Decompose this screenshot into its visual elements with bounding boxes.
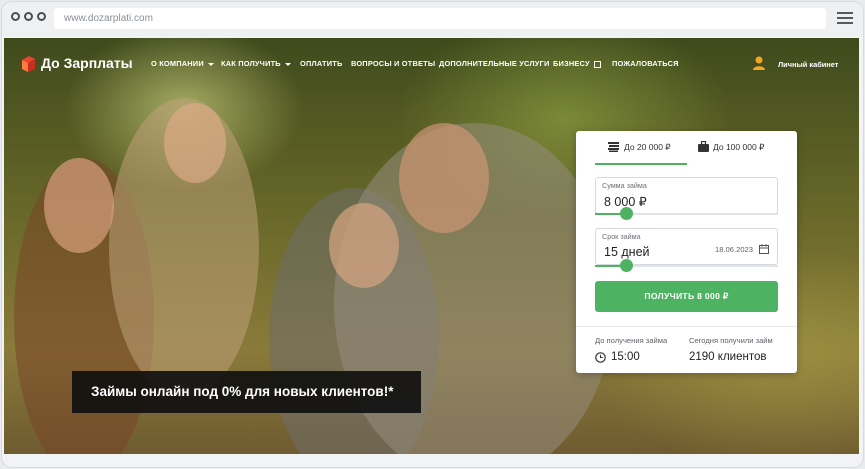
nav-label: БИЗНЕСУ (553, 59, 590, 68)
brand-name: До Зарплаты (41, 55, 133, 71)
nav-item-faq[interactable]: ВОПРОСЫ И ОТВЕТЫ (351, 59, 435, 68)
amount-label: Сумма займа (602, 181, 647, 190)
briefcase-icon (698, 141, 709, 152)
hero-section: До Зарплаты О КОМПАНИИ КАК ПОЛУЧИТЬ ОПЛА… (4, 38, 859, 454)
browser-toolbar: www.dozarplati.com (2, 2, 863, 36)
amount-slider-handle[interactable] (620, 207, 634, 220)
window-dot-icon[interactable] (24, 12, 33, 21)
term-value: 15 дней (604, 245, 650, 259)
nav-item-business[interactable]: БИЗНЕСУ (553, 59, 601, 68)
nav-item-complain[interactable]: ПОЖАЛОВАТЬСЯ (612, 59, 679, 68)
hero-photo-face (399, 123, 489, 233)
money-stack-icon (608, 142, 619, 152)
chevron-down-icon (207, 62, 214, 66)
tab-label: До 100 000 ₽ (713, 142, 765, 152)
address-bar[interactable]: www.dozarplati.com (54, 8, 826, 29)
browser-window: www.dozarplati.com До Зарплаты О КОМПАНИ… (2, 2, 863, 467)
nav-item-how-to-get[interactable]: КАК ПОЛУЧИТЬ (221, 59, 291, 68)
time-label: До получения займа (595, 336, 668, 345)
time-value: 15:00 (611, 351, 640, 363)
clients-label: Сегодня получили займ (689, 336, 773, 345)
promo-banner: Займы онлайн под 0% для новых клиентов!* (72, 371, 421, 413)
user-icon (753, 56, 765, 70)
term-label: Срок займа (602, 232, 641, 241)
divider (576, 326, 797, 327)
nav-item-about[interactable]: О КОМПАНИИ (151, 59, 214, 68)
nav-item-extra-services[interactable]: ДОПОЛНИТЕЛЬНЫЕ УСЛУГИ (439, 59, 549, 68)
tab-up-to-20000[interactable]: До 20 000 ₽ (595, 131, 687, 165)
hamburger-menu-icon[interactable] (837, 12, 853, 25)
nav-label: О КОМПАНИИ (151, 59, 204, 68)
hero-photo-face (329, 203, 399, 288)
hero-photo-face (44, 158, 114, 253)
chevron-down-icon (284, 62, 291, 66)
term-slider-handle[interactable] (620, 259, 634, 272)
logo-icon (22, 56, 35, 72)
external-link-icon (593, 60, 601, 68)
site-header: До Зарплаты О КОМПАНИИ КАК ПОЛУЧИТЬ ОПЛА… (4, 38, 859, 90)
return-date: 18.06.2023 (714, 245, 753, 254)
calendar-icon[interactable] (759, 244, 769, 254)
tab-label: До 20 000 ₽ (624, 142, 671, 152)
amount-slider[interactable] (595, 207, 778, 220)
clients-value: 2190 клиентов (689, 351, 767, 363)
tab-up-to-100000[interactable]: До 100 000 ₽ (696, 131, 786, 163)
clock-icon (595, 352, 606, 363)
nav-label: КАК ПОЛУЧИТЬ (221, 59, 281, 68)
get-loan-button[interactable]: ПОЛУЧИТЬ 8 000 ₽ (595, 281, 778, 312)
window-dot-icon[interactable] (11, 12, 20, 21)
account-label: Личный кабинет (778, 60, 839, 69)
hero-photo-face (164, 103, 226, 183)
term-slider[interactable] (595, 259, 778, 272)
window-dot-icon[interactable] (37, 12, 46, 21)
nav-item-pay[interactable]: ОПЛАТИТЬ (300, 59, 342, 68)
loan-calculator: До 20 000 ₽ До 100 000 ₽ Сумма займа 8 0… (576, 131, 797, 373)
